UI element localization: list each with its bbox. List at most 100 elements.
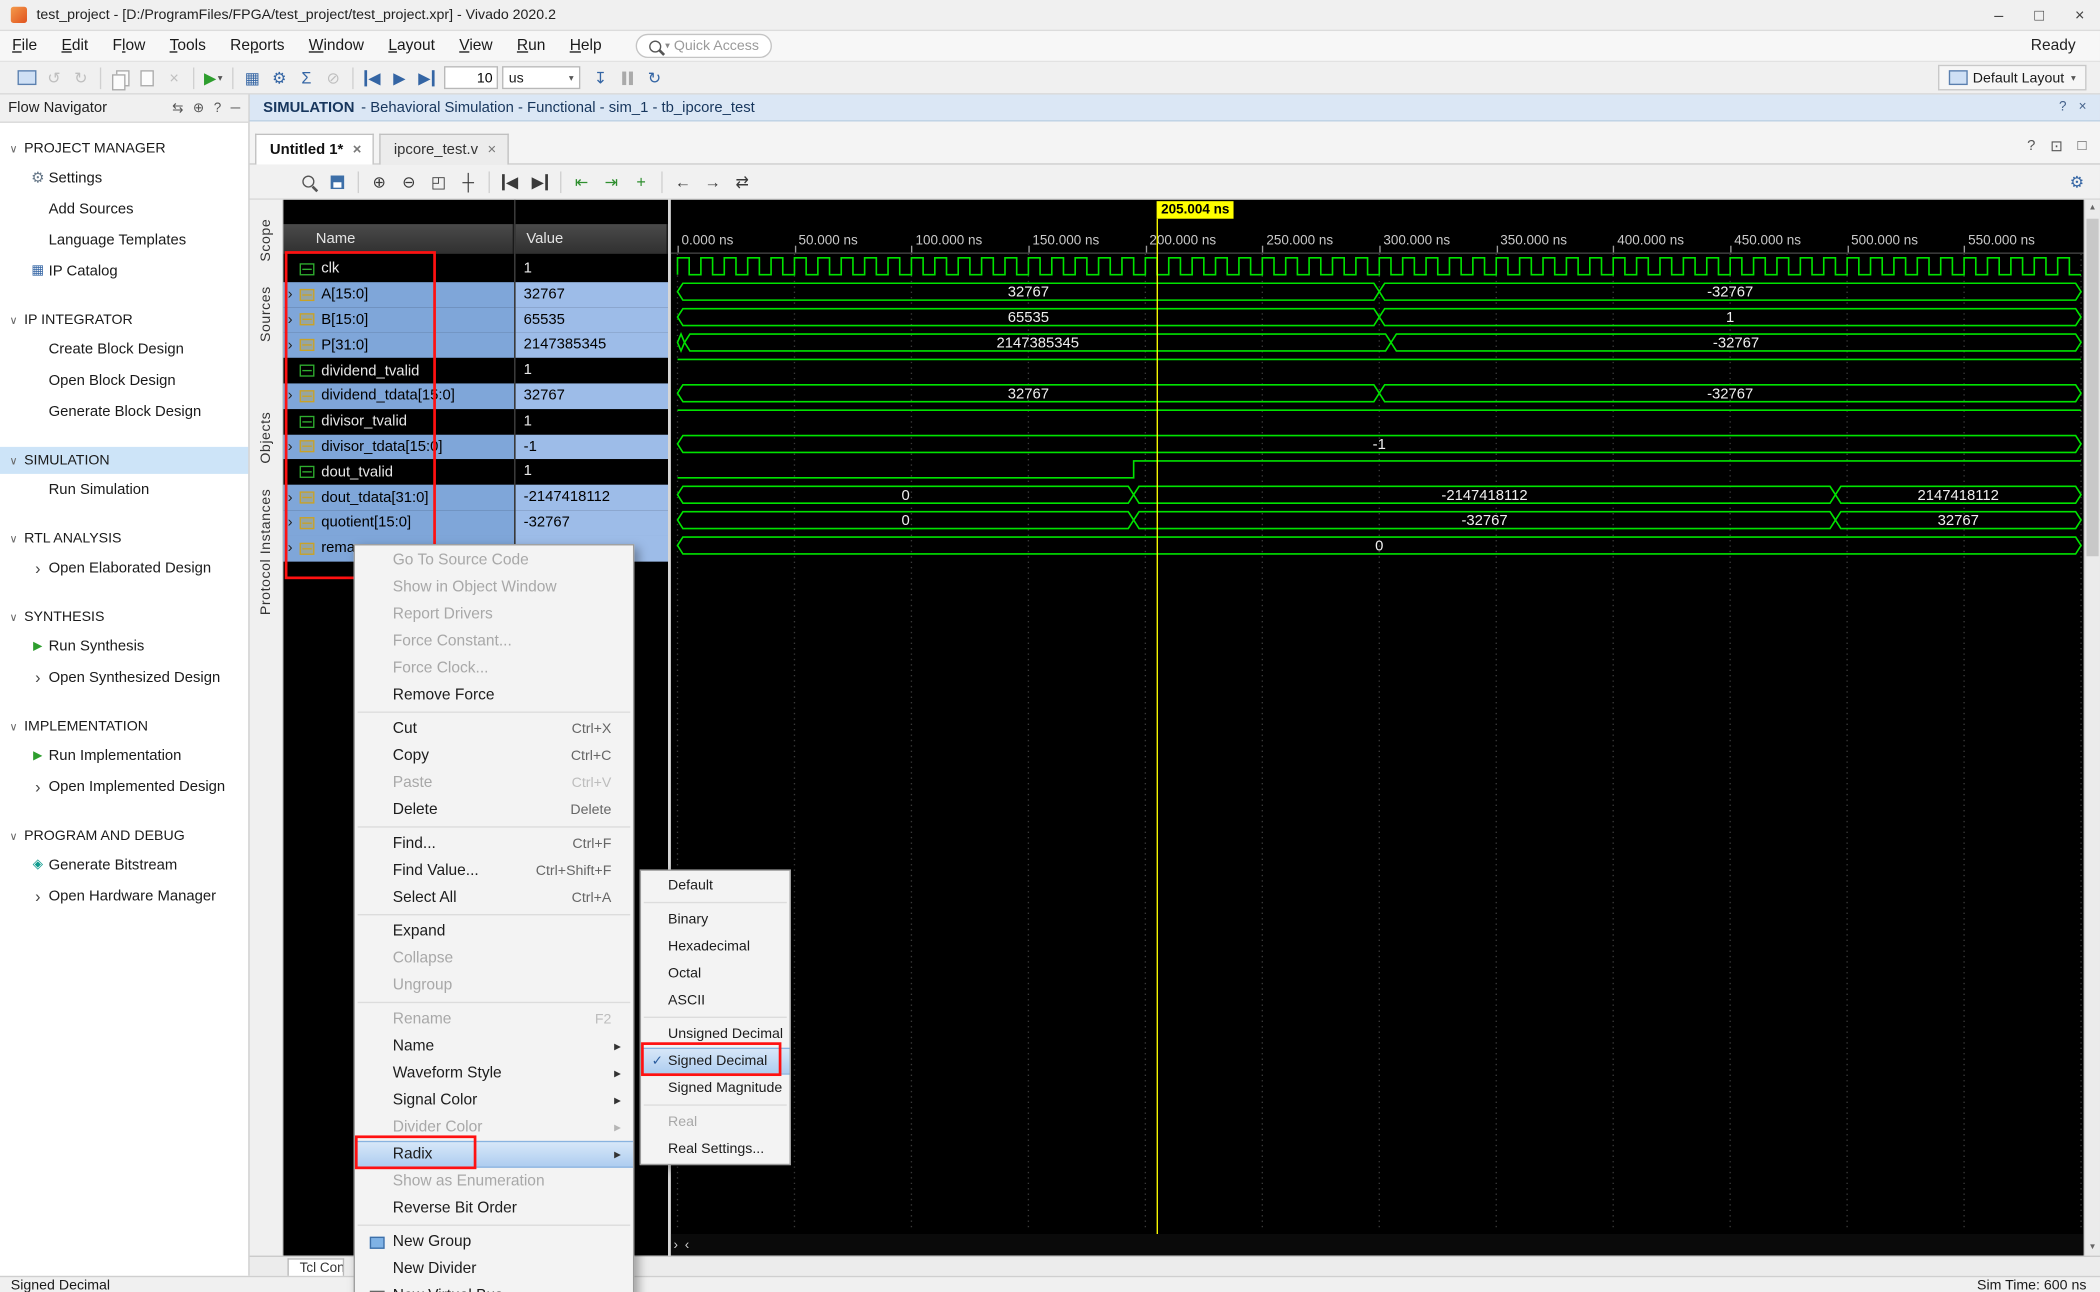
time-cursor[interactable] — [1157, 219, 1158, 1234]
radix-option-octal[interactable]: Octal — [641, 960, 789, 987]
menu-flow[interactable]: Flow — [100, 38, 157, 54]
radix-option-signed-magnitude[interactable]: Signed Magnitude — [641, 1075, 789, 1102]
minimize-button[interactable]: – — [1979, 0, 2019, 30]
expand-icon[interactable]: › — [283, 515, 296, 531]
expand-icon[interactable]: › — [283, 388, 296, 404]
scrollbar-thumb[interactable] — [2086, 219, 2098, 557]
relaunch-icon[interactable]: ↻ — [641, 65, 668, 89]
step-icon[interactable]: ↧ — [587, 65, 614, 89]
expand-icon[interactable]: › — [283, 286, 296, 302]
menu-item-copy[interactable]: CopyCtrl+C — [355, 743, 633, 770]
flow-item-run-implementation[interactable]: ▶Run Implementation — [0, 740, 248, 771]
side-tab-protocol-instances[interactable]: Protocol Instances — [258, 488, 274, 614]
expand-icon[interactable]: ⊕ — [193, 101, 204, 116]
flow-item-open-block-design[interactable]: Open Block Design — [0, 365, 248, 396]
radix-option-default[interactable]: Default — [641, 872, 789, 899]
collapse-panel-icon[interactable]: ─ — [231, 101, 241, 116]
help-icon[interactable]: ? — [2027, 138, 2035, 156]
tab-untitled-1[interactable]: Untitled 1*× — [255, 134, 374, 165]
menu-item-delete[interactable]: DeleteDelete — [355, 797, 633, 824]
flow-item-language-templates[interactable]: Language Templates — [0, 224, 248, 255]
flow-section-synthesis[interactable]: ∨SYNTHESIS — [0, 603, 248, 630]
flow-section-rtl-analysis[interactable]: ∨RTL ANALYSIS — [0, 525, 248, 552]
menu-file[interactable]: File — [0, 38, 49, 54]
menu-run[interactable]: Run — [505, 38, 558, 54]
menu-item-signal-color[interactable]: Signal Color▸ — [355, 1087, 633, 1114]
value-column-header[interactable]: Value — [516, 224, 669, 254]
menu-item-select-all[interactable]: Select AllCtrl+A — [355, 884, 633, 911]
zoom-fit-icon[interactable]: ◰ — [424, 169, 454, 193]
run-all-icon[interactable]: ▶ — [386, 65, 413, 89]
signal-name-dividend-tdata-15-0[interactable]: ›dividend_tdata[15:0] — [283, 383, 514, 408]
expand-icon[interactable]: › — [283, 337, 296, 353]
close-tab-icon[interactable]: × — [353, 142, 362, 158]
menu-item-radix[interactable]: Radix▸ — [355, 1141, 633, 1168]
flow-item-create-block-design[interactable]: Create Block Design — [0, 333, 248, 364]
radix-option-unsigned-decimal[interactable]: Unsigned Decimal — [641, 1021, 789, 1048]
menu-edit[interactable]: Edit — [49, 38, 100, 54]
waveform-canvas[interactable]: 0.000 ns50.000 ns100.000 ns150.000 ns200… — [671, 200, 2084, 1256]
restart-sim-icon[interactable]: ◀ — [359, 65, 386, 89]
radix-option-real-settings[interactable]: Real Settings... — [641, 1135, 789, 1162]
scroll-right-icon[interactable]: › — [673, 1237, 678, 1252]
save-waveform-icon[interactable] — [323, 169, 353, 193]
menu-item-cut[interactable]: CutCtrl+X — [355, 716, 633, 743]
scroll-up-icon[interactable]: ▲ — [2085, 200, 2100, 216]
zoom-in-icon[interactable]: ⊕ — [364, 169, 394, 193]
menu-help[interactable]: Help — [558, 38, 614, 54]
radix-option-ascii[interactable]: ASCII — [641, 987, 789, 1014]
vertical-scrollbar[interactable]: ▲ ▼ — [2084, 200, 2100, 1256]
time-unit-select[interactable]: us ▾ — [502, 66, 580, 89]
expand-icon[interactable]: › — [283, 312, 296, 328]
add-marker-icon[interactable]: + — [626, 169, 656, 193]
help-icon[interactable]: ? — [214, 101, 222, 116]
sum-icon[interactable]: Σ — [293, 65, 320, 89]
tab-ipcore-test-v[interactable]: ipcore_test.v× — [379, 134, 508, 165]
menu-layout[interactable]: Layout — [376, 38, 447, 54]
maximize-button[interactable]: □ — [2019, 0, 2059, 30]
swap-cursors-icon[interactable]: ⇄ — [727, 169, 757, 193]
expand-icon[interactable]: › — [283, 490, 296, 506]
menu-item-find-value[interactable]: Find Value...Ctrl+Shift+F — [355, 857, 633, 884]
flow-item-open-implemented-design[interactable]: ›Open Implemented Design — [0, 771, 248, 802]
scroll-left-icon[interactable]: ‹ — [685, 1237, 690, 1252]
quick-access-search[interactable]: ▾ Quick Access — [635, 34, 772, 58]
tab-tcl-console[interactable]: Tcl Console — [287, 1258, 344, 1277]
signal-name-p-31-0[interactable]: ›P[31:0] — [283, 333, 514, 358]
flow-item-settings[interactable]: ⚙Settings — [0, 162, 248, 193]
signal-name-b-15-0[interactable]: ›B[15:0] — [283, 307, 514, 332]
menu-item-new-divider[interactable]: New Divider — [355, 1256, 633, 1283]
radix-option-signed-decimal[interactable]: ✓Signed Decimal — [641, 1048, 789, 1075]
close-button[interactable]: × — [2059, 0, 2099, 30]
menu-item-find[interactable]: Find...Ctrl+F — [355, 830, 633, 857]
side-tab-sources[interactable]: Sources — [258, 286, 274, 342]
maximize-panel-icon[interactable]: □ — [2077, 138, 2086, 156]
menu-view[interactable]: View — [447, 38, 505, 54]
close-tab-icon[interactable]: × — [488, 142, 497, 158]
signal-name-divisor-tdata-15-0[interactable]: ›divisor_tdata[15:0] — [283, 434, 514, 459]
settings-gear-icon[interactable]: ⚙ — [266, 65, 293, 89]
side-tab-scope[interactable]: Scope — [258, 219, 274, 262]
flow-section-simulation[interactable]: ∨SIMULATION — [0, 447, 248, 474]
signal-name-a-15-0[interactable]: ›A[15:0] — [283, 282, 514, 307]
name-column-header[interactable]: Name — [283, 224, 514, 254]
waveform-settings-gear-icon[interactable]: ⚙ — [2062, 169, 2092, 193]
flow-item-run-synthesis[interactable]: ▶Run Synthesis — [0, 630, 248, 661]
signal-name-dout-tvalid[interactable]: dout_tvalid — [283, 460, 514, 485]
open-project-icon[interactable] — [13, 65, 40, 89]
signal-name-quotient-15-0[interactable]: ›quotient[15:0] — [283, 510, 514, 535]
menu-item-new-virtual-bus[interactable]: New Virtual Bus — [355, 1283, 633, 1292]
goto-next-marker-icon[interactable]: → — [698, 169, 728, 193]
flow-item-generate-block-design[interactable]: Generate Block Design — [0, 396, 248, 427]
menu-item-reverse-bit-order[interactable]: Reverse Bit Order — [355, 1195, 633, 1222]
run-time-input[interactable] — [444, 66, 498, 89]
menu-item-name[interactable]: Name▸ — [355, 1033, 633, 1060]
signal-name-dividend-tvalid[interactable]: dividend_tvalid — [283, 358, 514, 383]
menu-reports[interactable]: Reports — [218, 38, 297, 54]
menu-tools[interactable]: Tools — [157, 38, 218, 54]
flow-section-project-manager[interactable]: ∨PROJECT MANAGER — [0, 135, 248, 162]
close-icon[interactable]: × — [2079, 100, 2087, 115]
signal-name-divisor-tvalid[interactable]: divisor_tvalid — [283, 409, 514, 434]
side-tab-objects[interactable]: Objects — [258, 412, 274, 464]
flow-item-run-simulation[interactable]: Run Simulation — [0, 474, 248, 505]
